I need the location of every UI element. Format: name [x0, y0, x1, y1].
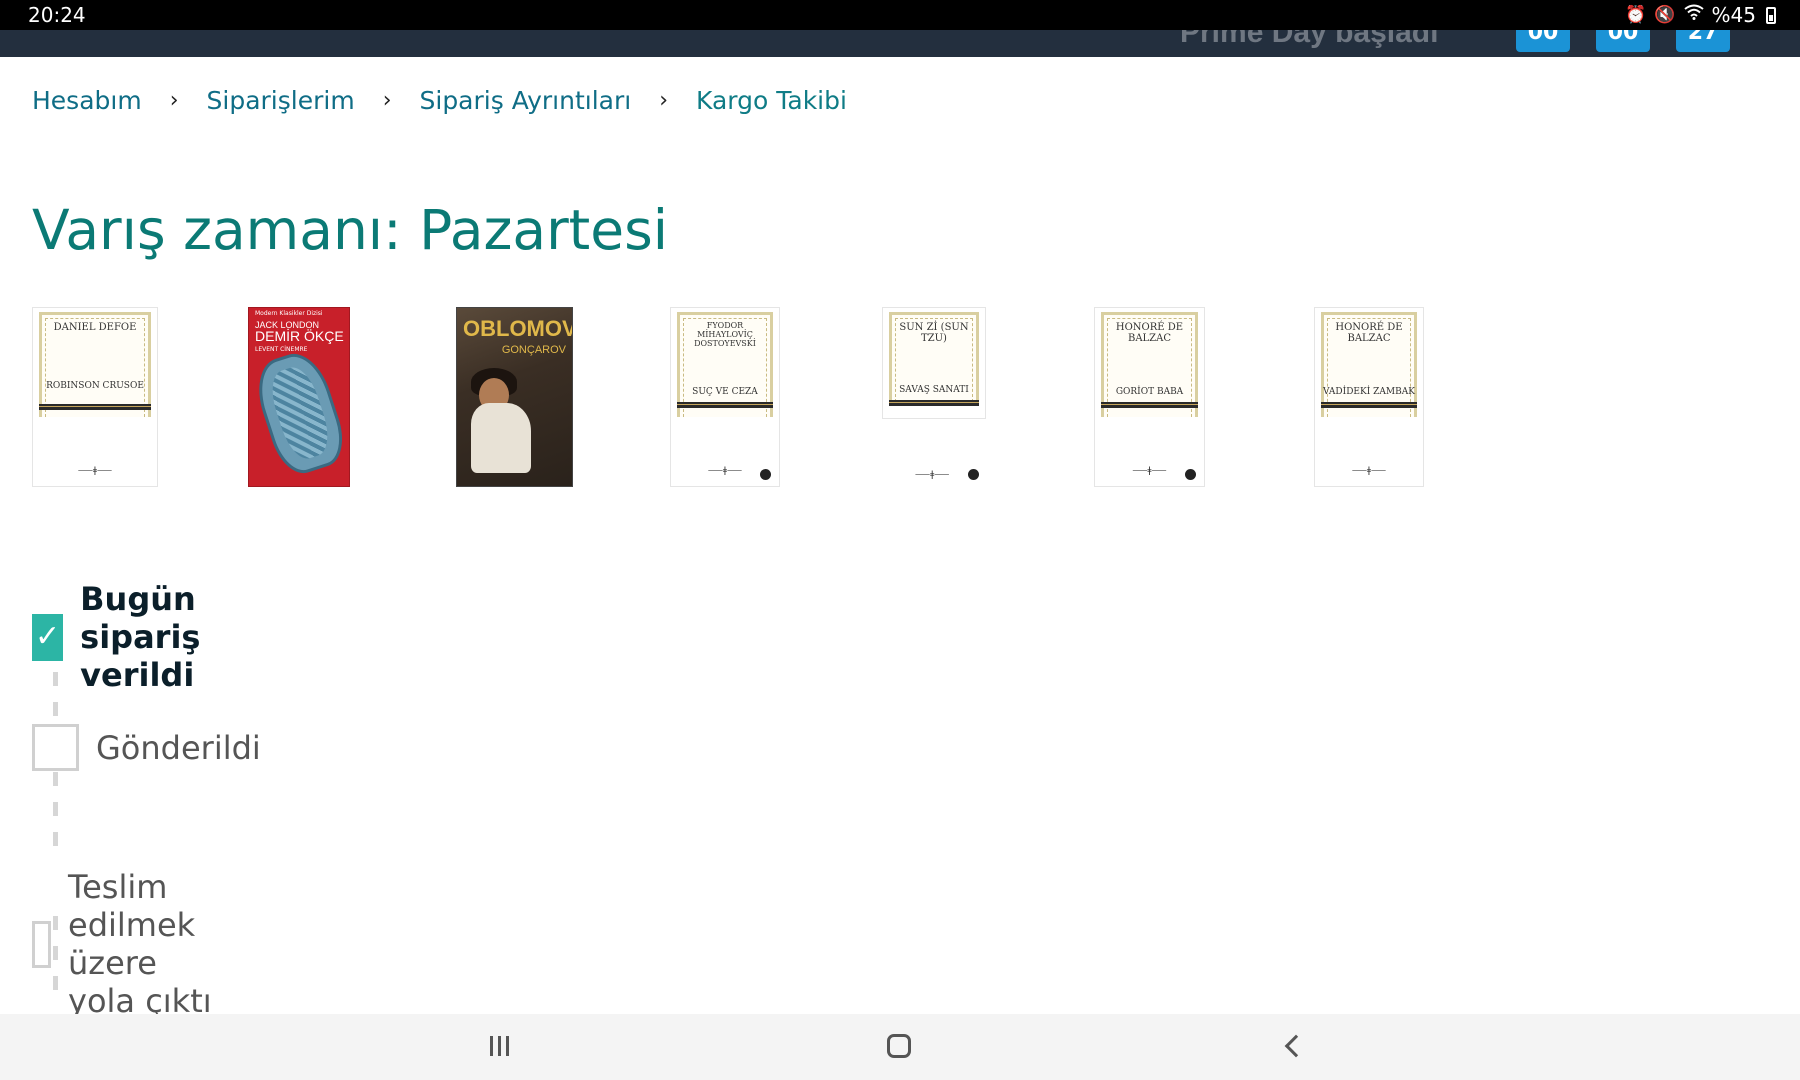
breadcrumb-account[interactable]: Hesabım — [32, 86, 142, 115]
wifi-icon — [1683, 0, 1704, 30]
cover-band — [889, 400, 979, 406]
status-bar: 20:24 ⏰ 🔇 %45 — [0, 0, 1800, 30]
publisher-logo: ⸺ǂ⸺ — [77, 466, 113, 476]
step-checkbox — [32, 724, 79, 771]
book-cover-robinson-crusoe[interactable]: DANIEL DEFOE ROBINSON CRUSOE ⸺ǂ⸺ — [32, 307, 158, 487]
edition-badge — [968, 469, 979, 480]
book-translator: LEVENT CİNEMRE — [255, 346, 308, 353]
countdown-seconds: 27 — [1676, 30, 1730, 52]
book-cover-goriot-baba[interactable]: HONORÉ DE BALZAC GORİOT BABA ⸺ǂ⸺ — [1094, 307, 1205, 487]
alarm-icon: ⏰ — [1625, 5, 1647, 25]
cover-band — [1321, 402, 1417, 408]
order-items: DANIEL DEFOE ROBINSON CRUSOE ⸺ǂ⸺ Modern … — [0, 307, 1800, 492]
step-label: Gönderildi — [96, 728, 261, 767]
step-checkbox — [32, 920, 51, 968]
tracking-step-out-for-delivery: Teslim edilmek üzere yola çıktı — [32, 868, 223, 1020]
mute-icon: 🔇 — [1654, 5, 1676, 25]
progress-line-pending — [53, 772, 58, 862]
book-title: OBLOMOV — [463, 316, 573, 341]
breadcrumb-separator: › — [659, 88, 669, 113]
top-nav: Prime Day başladı 00 00 27 — [0, 30, 1800, 57]
boot-sole-illustration — [249, 346, 349, 480]
checkmark-icon: ✓ — [32, 613, 64, 661]
breadcrumb-separator: › — [169, 88, 179, 113]
book-author: HONORÉ DE BALZAC — [1335, 322, 1403, 344]
book-title: SUÇ VE CEZA — [692, 387, 758, 397]
battery-text: %45 — [1711, 3, 1756, 27]
book-title: SAVAŞ SANATI — [899, 385, 969, 395]
cover-band — [39, 404, 151, 410]
edition-badge — [760, 469, 771, 480]
breadcrumb-order-details[interactable]: Sipariş Ayrıntıları — [420, 86, 632, 115]
book-title: GORİOT BABA — [1115, 387, 1184, 397]
status-icons: ⏰ 🔇 %45 — [1625, 0, 1776, 30]
home-icon[interactable] — [887, 1034, 911, 1058]
system-navigation-bar — [0, 1014, 1800, 1080]
book-title: ROBINSON CRUSOE — [46, 381, 144, 391]
book-cover-savas-sanati[interactable]: SUN Zİ (SUN TZU) SAVAŞ SANATI — [882, 307, 986, 419]
battery-icon — [1766, 6, 1776, 24]
countdown-minutes: 00 — [1596, 30, 1650, 52]
book-series: Modern Klasikler Dizisi — [255, 310, 323, 317]
breadcrumb: Hesabım › Siparişlerim › Sipariş Ayrıntı… — [32, 86, 847, 115]
cover-band — [677, 402, 773, 408]
cover-band — [1101, 402, 1198, 408]
tracking-step-ordered: ✓ Bugün sipariş verildi — [32, 580, 216, 694]
step-label: Teslim edilmek üzere yola çıktı — [68, 868, 212, 1020]
breadcrumb-shipment-tracking[interactable]: Kargo Takibi — [696, 86, 847, 115]
arrival-headline: Varış zamanı: Pazartesi — [32, 198, 669, 262]
breadcrumb-orders[interactable]: Siparişlerim — [207, 86, 355, 115]
publisher-logo: ⸺ǂ⸺ — [915, 470, 950, 480]
book-cover-suc-ve-ceza[interactable]: FYODOR MİHAYLOVİÇ DOSTOYEVSKİ SUÇ VE CEZ… — [670, 307, 780, 487]
book-author: DANIEL DEFOE — [53, 322, 137, 333]
book-cover-vadideki-zambak[interactable]: HONORÉ DE BALZAC VADİDEKİ ZAMBAK ⸺ǂ⸺ — [1314, 307, 1424, 487]
edition-badge — [1185, 469, 1196, 480]
back-icon[interactable] — [1284, 1034, 1308, 1058]
book-author: HONORÉ DE BALZAC — [1115, 322, 1184, 344]
book-author: GONÇAROV — [501, 344, 566, 356]
book-cover-demir-okce[interactable]: Modern Klasikler Dizisi JACK LONDON DEMİ… — [248, 307, 350, 487]
book-title: DEMİR ÖKÇE — [255, 328, 344, 344]
tracking-step-shipped: Gönderildi — [32, 724, 261, 771]
book-title: VADİDEKİ ZAMBAK — [1323, 387, 1415, 397]
countdown-hours: 00 — [1516, 30, 1570, 52]
book-author: SUN Zİ (SUN TZU) — [899, 322, 969, 344]
status-time: 20:24 — [28, 3, 86, 27]
prime-day-banner-text[interactable]: Prime Day başladı — [1180, 30, 1438, 50]
publisher-logo: ⸺ǂ⸺ — [1351, 466, 1387, 476]
portrait-shirt — [471, 403, 531, 473]
step-label: Bugün sipariş verildi — [80, 580, 201, 694]
book-cover-oblomov[interactable]: OBLOMOV GONÇAROV — [456, 307, 573, 487]
breadcrumb-separator: › — [382, 88, 392, 113]
recents-icon[interactable] — [490, 1036, 509, 1056]
book-author: FYODOR MİHAYLOVİÇ DOSTOYEVSKİ — [694, 321, 756, 348]
